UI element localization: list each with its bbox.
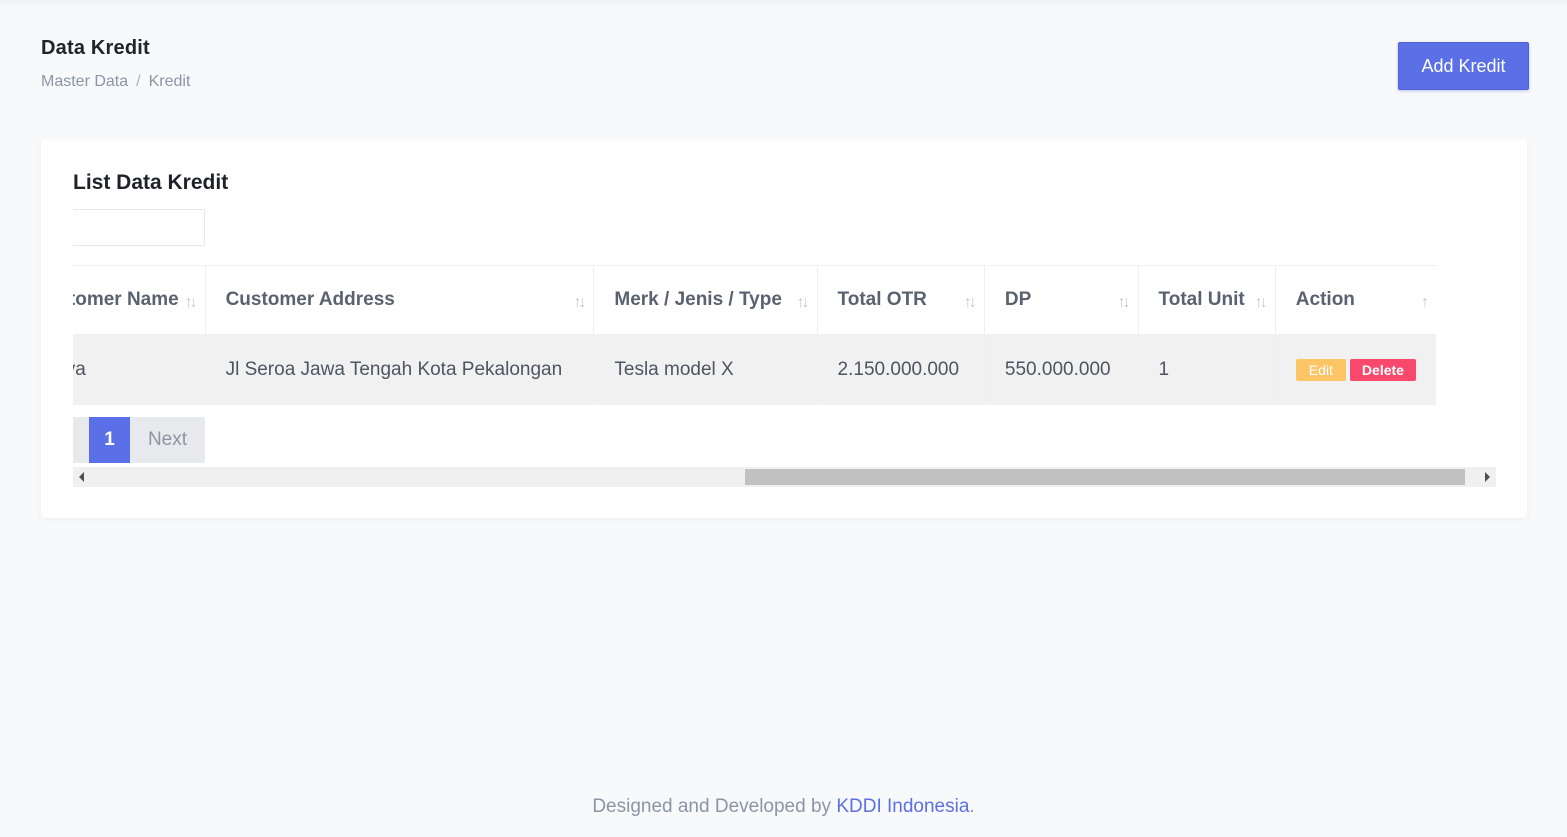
cell-total-unit: 1 xyxy=(1138,334,1276,405)
sort-icon: ↑↓ xyxy=(184,294,198,311)
delete-button[interactable]: Delete xyxy=(1349,358,1416,381)
pagination-page-1[interactable]: 1 xyxy=(89,417,130,463)
column-header-total-unit[interactable]: Total Unit ↑↓ xyxy=(1138,265,1276,335)
scroll-right-icon[interactable] xyxy=(1485,472,1490,482)
card-title: List Data Kredit xyxy=(73,171,229,194)
sort-icon: ↑ xyxy=(1421,294,1429,311)
search-input[interactable] xyxy=(73,209,205,246)
table-container: Customer Name ↑↓ Customer Address ↑↓ Merk … xyxy=(73,265,1496,475)
cell-dp: 550.000.000 xyxy=(984,334,1139,405)
edit-button[interactable]: Edit xyxy=(1295,358,1346,381)
column-header-merk[interactable]: Merk / Jenis / Type ↑↓ xyxy=(593,265,818,335)
footer-brand-link[interactable]: KDDI Indonesia xyxy=(836,796,969,817)
column-header-label: DP xyxy=(1004,289,1032,310)
page-title: Data Kredit xyxy=(41,37,150,59)
column-header-total-otr[interactable]: Total OTR ↑↓ xyxy=(817,265,985,335)
breadcrumb-item-master-data[interactable]: Master Data xyxy=(41,73,128,90)
horizontal-scrollbar[interactable] xyxy=(73,467,1496,487)
scrollbar-thumb[interactable] xyxy=(745,469,1465,485)
column-header-label: Total Unit xyxy=(1158,289,1245,310)
cell-customer-address: Jl Seroa Jawa Tengah Kota Pekalongan xyxy=(205,334,595,405)
column-header-customer-address[interactable]: Customer Address ↑↓ xyxy=(205,265,595,335)
kredit-table: Customer Name ↑↓ Customer Address ↑↓ Merk … xyxy=(73,265,1436,405)
top-shadow xyxy=(0,0,1567,6)
cell-merk: Tesla model X xyxy=(593,334,818,405)
breadcrumb-item-kredit: Kredit xyxy=(148,73,191,90)
list-card: List Data Kredit Customer Name ↑↓ Custome… xyxy=(41,139,1527,518)
sort-icon: ↑↓ xyxy=(963,294,977,311)
sort-icon: ↑↓ xyxy=(1254,294,1268,311)
add-kredit-button[interactable]: Add Kredit xyxy=(1398,42,1529,90)
column-header-label: Customer Address xyxy=(225,289,395,310)
footer: Designed and Developed by KDDI Indonesia… xyxy=(0,796,1567,818)
cell-customer-name: Aditya xyxy=(73,334,206,405)
pagination: 1 Next xyxy=(73,417,205,463)
breadcrumb-separator: / xyxy=(136,73,141,90)
column-header-label: Merk / Jenis / Type xyxy=(614,289,782,310)
footer-text: Designed and Developed by xyxy=(592,796,837,817)
sort-icon: ↑↓ xyxy=(573,294,586,311)
column-header-customer-name[interactable]: Customer Name ↑↓ xyxy=(73,265,206,335)
sort-icon: ↑↓ xyxy=(1117,294,1131,311)
pagination-previous-button[interactable] xyxy=(73,417,89,463)
column-header-action[interactable]: Action ↑ xyxy=(1275,265,1436,335)
column-header-label: Total OTR xyxy=(837,289,927,310)
cell-action: Edit Delete xyxy=(1275,334,1436,405)
pagination-next-button[interactable]: Next xyxy=(130,417,205,463)
scroll-left-icon[interactable] xyxy=(79,472,84,482)
column-header-dp[interactable]: DP ↑↓ xyxy=(984,265,1139,335)
column-header-label: Customer Name xyxy=(73,289,179,310)
breadcrumb: Master Data / Kredit xyxy=(41,73,190,91)
cell-total-otr: 2.150.000.000 xyxy=(817,334,985,405)
column-header-label: Action xyxy=(1295,289,1355,310)
table-header-row: Customer Name ↑↓ Customer Address ↑↓ Merk … xyxy=(73,265,1436,335)
sort-icon: ↑↓ xyxy=(796,294,810,311)
footer-suffix: . xyxy=(969,796,975,817)
table-row: Aditya Jl Seroa Jawa Tengah Kota Pekalon… xyxy=(73,334,1436,405)
